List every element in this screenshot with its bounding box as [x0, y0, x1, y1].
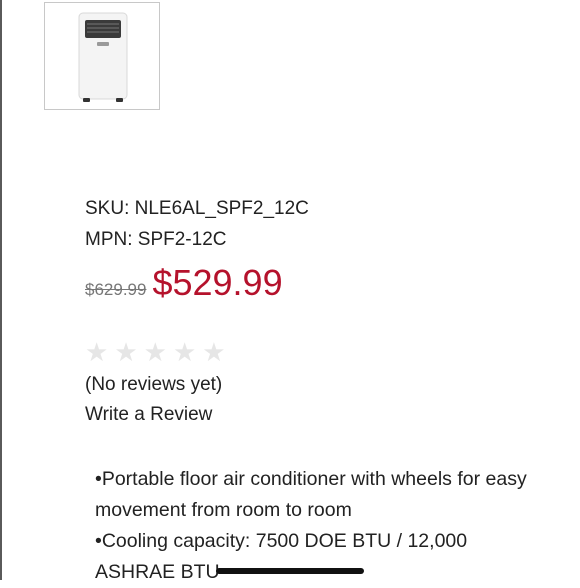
star-icon[interactable]: ★: [114, 339, 137, 365]
review-count: (No reviews yet): [85, 374, 223, 395]
left-edge-border: [0, 0, 2, 580]
sale-price: $529.99: [152, 262, 283, 303]
description-bullet: •Portable floor air conditioner with whe…: [95, 468, 527, 521]
star-icon[interactable]: ★: [173, 339, 196, 365]
write-review-link[interactable]: Write a Review: [85, 404, 212, 426]
star-icon[interactable]: ★: [202, 339, 225, 365]
home-indicator[interactable]: [216, 568, 364, 574]
star-icon[interactable]: ★: [144, 339, 167, 365]
product-thumbnail[interactable]: [44, 2, 160, 110]
star-icon[interactable]: ★: [85, 339, 108, 365]
portable-air-conditioner-image: [78, 12, 128, 102]
original-price: $629.99: [85, 280, 147, 299]
price-row: $629.99 $529.99: [85, 262, 283, 304]
description-bullet: •Cooling capacity: 7500 DOE BTU / 12,000…: [95, 530, 468, 583]
product-sku: SKU: NLE6AL_SPF2_12C: [85, 198, 309, 219]
product-mpn: MPN: SPF2-12C: [85, 229, 227, 250]
rating-stars[interactable]: ★ ★ ★ ★ ★: [85, 339, 226, 365]
